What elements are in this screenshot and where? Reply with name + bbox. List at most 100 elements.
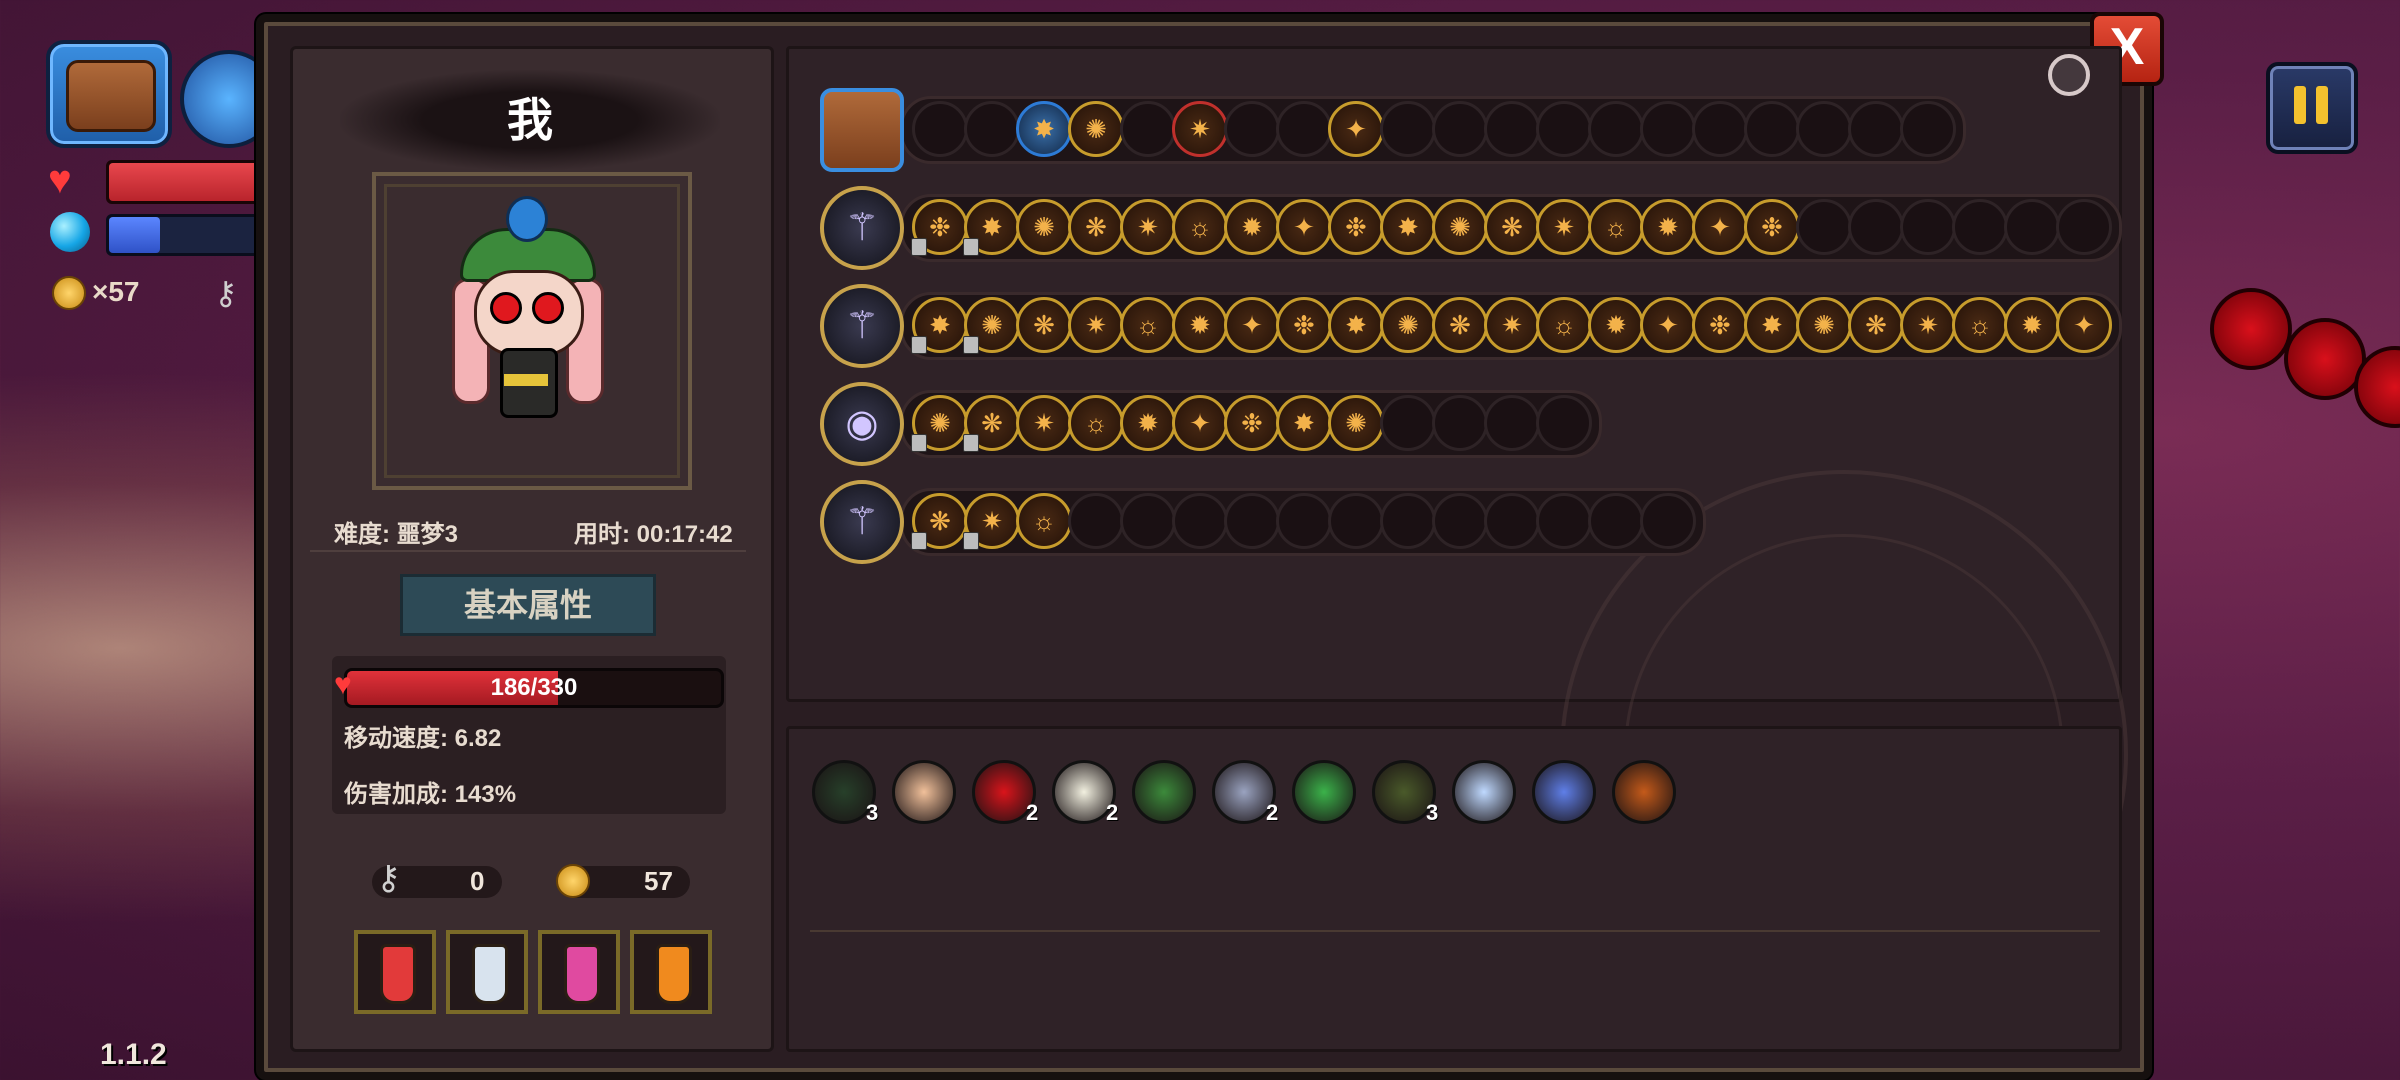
upgrade-slot-filled[interactable]: ❋ xyxy=(963,395,1020,452)
upgrade-slot-filled[interactable]: ❉ xyxy=(1328,199,1384,255)
upgrade-slot-filled[interactable]: ☼ xyxy=(1588,199,1644,255)
upgrade-slot-filled[interactable]: ✦ xyxy=(1276,199,1332,255)
crate-item[interactable] xyxy=(1612,760,1676,824)
upgrade-slot-filled[interactable]: ✹ xyxy=(2004,297,2060,353)
tab-basic-attributes[interactable]: 基本属性 xyxy=(400,574,656,636)
upgrade-slot-filled[interactable]: ❋ xyxy=(1432,297,1488,353)
upgrade-slot-empty[interactable] xyxy=(1640,101,1696,157)
pause-button[interactable] xyxy=(2266,62,2358,154)
upgrade-slot-filled[interactable]: ✺ xyxy=(1016,199,1072,255)
upgrade-slot-filled[interactable]: ✹ xyxy=(1640,199,1696,255)
upgrade-slot-filled[interactable]: ☼ xyxy=(1536,297,1592,353)
upgrade-slot-filled[interactable]: ❋ xyxy=(1068,199,1124,255)
upgrade-slot-filled[interactable]: ✷ xyxy=(1484,297,1540,353)
upgrade-slot-empty[interactable] xyxy=(1068,493,1124,549)
helmet-item[interactable] xyxy=(1132,760,1196,824)
upgrade-slot-filled[interactable]: ✹ xyxy=(1172,297,1228,353)
upgrade-slot-filled[interactable]: ✦ xyxy=(1328,101,1384,157)
upgrade-slot-filled[interactable]: ✺ xyxy=(1328,395,1384,451)
upgrade-slot-empty[interactable] xyxy=(1848,199,1904,255)
upgrade-slot-empty[interactable] xyxy=(1120,493,1176,549)
upgrade-slot-filled[interactable]: ✸ xyxy=(1380,199,1436,255)
upgrade-slot-empty[interactable] xyxy=(2004,199,2060,255)
upgrade-slot-filled[interactable]: ✦ xyxy=(1692,199,1748,255)
upgrade-slot-empty[interactable] xyxy=(1848,101,1904,157)
flower-item[interactable] xyxy=(1532,760,1596,824)
upgrade-slot-empty[interactable] xyxy=(1952,199,2008,255)
upgrade-slot-filled[interactable]: ✷ xyxy=(1900,297,1956,353)
upgrade-slot-filled[interactable]: ❋ xyxy=(911,493,968,550)
upgrade-slot-filled[interactable]: ✺ xyxy=(963,297,1020,354)
cloak-item[interactable]: 3 xyxy=(812,760,878,825)
upgrade-slot-empty[interactable] xyxy=(1900,101,1956,157)
orb-icon[interactable]: ◉ xyxy=(820,382,904,466)
upgrade-slot-filled[interactable]: ✸ xyxy=(911,297,968,354)
leaf-item[interactable] xyxy=(1292,760,1356,824)
upgrade-slot-empty[interactable] xyxy=(1484,101,1540,157)
upgrade-slot-filled[interactable]: ❉ xyxy=(1224,395,1280,451)
potion-slot[interactable] xyxy=(446,930,528,1014)
upgrade-slot-filled[interactable]: ✸ xyxy=(1328,297,1384,353)
potion-slot[interactable] xyxy=(630,930,712,1014)
upgrade-slot-filled[interactable]: ☼ xyxy=(1068,395,1124,451)
stone-item[interactable]: 2 xyxy=(1212,760,1278,825)
upgrade-slot-empty[interactable] xyxy=(1432,395,1488,451)
upgrade-slot-filled[interactable]: ❋ xyxy=(1484,199,1540,255)
upgrade-slot-filled[interactable]: ✸ xyxy=(1744,297,1800,353)
upgrade-slot-filled[interactable]: ✹ xyxy=(1588,297,1644,353)
upgrade-slot-empty[interactable] xyxy=(1172,493,1228,549)
upgrade-slot-filled[interactable]: ❉ xyxy=(1692,297,1748,353)
upgrade-slot-filled[interactable]: ✷ xyxy=(963,493,1020,550)
upgrade-slot-filled[interactable]: ✹ xyxy=(1224,199,1280,255)
upgrade-slot-filled[interactable]: ✺ xyxy=(1068,101,1124,157)
worm-item[interactable]: 3 xyxy=(1372,760,1438,825)
bag-icon[interactable] xyxy=(820,88,904,172)
potion-slot[interactable] xyxy=(354,930,436,1014)
upgrade-slot-empty[interactable] xyxy=(1536,101,1592,157)
upgrade-slot-filled[interactable]: ❉ xyxy=(1744,199,1800,255)
upgrade-slot-empty[interactable] xyxy=(1380,493,1436,549)
upgrade-slot-empty[interactable] xyxy=(1484,493,1540,549)
upgrade-slot-filled[interactable]: ✷ xyxy=(1172,101,1228,157)
upgrade-slot-filled[interactable]: ✺ xyxy=(1380,297,1436,353)
upgrade-slot-filled[interactable]: ❋ xyxy=(1016,297,1072,353)
staff-icon[interactable]: ⚚ xyxy=(820,284,904,368)
upgrade-slot-empty[interactable] xyxy=(912,101,968,157)
upgrade-slot-filled[interactable]: ✷ xyxy=(1120,199,1176,255)
ear-item[interactable] xyxy=(892,760,956,824)
upgrade-slot-empty[interactable] xyxy=(1588,493,1644,549)
upgrade-slot-filled[interactable]: ❋ xyxy=(1848,297,1904,353)
upgrade-slot-empty[interactable] xyxy=(2056,199,2112,255)
upgrade-slot-filled[interactable]: ❉ xyxy=(911,199,968,256)
upgrade-slot-filled[interactable]: ✷ xyxy=(1068,297,1124,353)
upgrade-slot-filled[interactable]: ✺ xyxy=(1432,199,1488,255)
upgrade-slot-empty[interactable] xyxy=(964,101,1020,157)
upgrade-slot-empty[interactable] xyxy=(1900,199,1956,255)
upgrade-slot-empty[interactable] xyxy=(1692,101,1748,157)
upgrade-slot-empty[interactable] xyxy=(1380,395,1436,451)
inventory-bag-button[interactable] xyxy=(46,40,172,148)
upgrade-slot-empty[interactable] xyxy=(1276,493,1332,549)
upgrade-slot-filled[interactable]: ☼ xyxy=(1120,297,1176,353)
upgrade-slot-filled[interactable]: ✺ xyxy=(911,395,968,452)
upgrade-slot-filled[interactable]: ✺ xyxy=(1796,297,1852,353)
upgrade-slot-filled[interactable]: ❉ xyxy=(1276,297,1332,353)
upgrade-slot-filled[interactable]: ✦ xyxy=(1224,297,1280,353)
upgrade-slot-empty[interactable] xyxy=(1796,101,1852,157)
upgrade-slot-empty[interactable] xyxy=(1536,395,1592,451)
upgrade-slot-empty[interactable] xyxy=(1276,101,1332,157)
red-eye-item[interactable]: 2 xyxy=(972,760,1038,825)
upgrade-slot-empty[interactable] xyxy=(1380,101,1436,157)
upgrade-slot-empty[interactable] xyxy=(1484,395,1540,451)
upgrade-slot-empty[interactable] xyxy=(1640,493,1696,549)
upgrade-slot-empty[interactable] xyxy=(1536,493,1592,549)
upgrade-slot-filled[interactable]: ✦ xyxy=(1172,395,1228,451)
upgrade-slot-empty[interactable] xyxy=(1328,493,1384,549)
upgrade-slot-empty[interactable] xyxy=(1588,101,1644,157)
upgrade-slot-filled[interactable]: ☼ xyxy=(1016,493,1072,549)
staff-icon[interactable]: ⚚ xyxy=(820,186,904,270)
upgrade-slot-filled[interactable]: ✷ xyxy=(1016,395,1072,451)
upgrade-slot-filled[interactable]: ✸ xyxy=(1276,395,1332,451)
upgrade-slot-empty[interactable] xyxy=(1120,101,1176,157)
upgrade-slot-empty[interactable] xyxy=(1432,493,1488,549)
